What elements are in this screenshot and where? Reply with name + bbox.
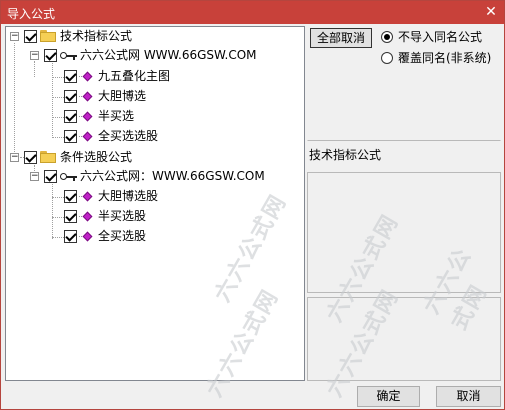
tree-item-label: 全买选选股: [98, 129, 159, 143]
item-checkbox[interactable]: [64, 110, 77, 123]
import-formula-dialog: 导入公式 ✕ − 技术指标公式 − 六六公式网 WWW.66GSW.COM 九五…: [0, 0, 505, 410]
formula-gem-icon: [79, 111, 93, 123]
tree-item-label: 全买选股: [98, 229, 147, 243]
tree-item[interactable]: 九五叠化主图: [6, 67, 296, 85]
formula-gem-icon: [79, 211, 93, 223]
ok-button[interactable]: 确定: [357, 386, 420, 407]
item-checkbox[interactable]: [64, 210, 77, 223]
tree-item-label: 大胆博选: [98, 89, 147, 103]
tree-item-label: 半买选股: [98, 209, 147, 223]
formula-gem-icon: [79, 191, 93, 203]
source-checkbox[interactable]: [44, 49, 57, 62]
collapse-icon[interactable]: −: [10, 32, 19, 41]
tree-source-node[interactable]: − 六六公式网 WWW.66GSW.COM: [6, 46, 296, 64]
cancel-button[interactable]: 取消: [436, 386, 501, 407]
close-icon[interactable]: ✕: [482, 3, 500, 21]
tree-item[interactable]: 全买选选股: [6, 127, 296, 145]
folder-icon: [40, 30, 56, 42]
collapse-icon[interactable]: −: [30, 51, 39, 60]
collapse-icon[interactable]: −: [30, 172, 39, 181]
tree-item[interactable]: 大胆博选: [6, 87, 296, 105]
item-checkbox[interactable]: [64, 230, 77, 243]
source-checkbox[interactable]: [44, 170, 57, 183]
tree-source-label: 六六公式网 WWW.66GSW.COM: [80, 48, 257, 62]
deselect-all-button[interactable]: 全部取消: [310, 28, 372, 48]
tree-source-node[interactable]: − 六六公式网：WWW.66GSW.COM: [6, 167, 296, 185]
folder-icon: [40, 151, 56, 163]
item-checkbox[interactable]: [64, 190, 77, 203]
formula-gem-icon: [79, 91, 93, 103]
options-area: [307, 69, 501, 141]
tree-item-label: 九五叠化主图: [98, 69, 171, 83]
radio-overwrite-label: 覆盖同名(非系统): [398, 51, 492, 65]
title-bar: 导入公式 ✕: [1, 1, 504, 24]
tree-item-label: 大胆博选股: [98, 189, 159, 203]
item-checkbox[interactable]: [64, 70, 77, 83]
formula-gem-icon: [79, 71, 93, 83]
key-icon: [60, 172, 78, 182]
tree-group-screening[interactable]: − 条件选股公式: [6, 148, 296, 166]
dialog-title: 导入公式: [7, 7, 56, 21]
group-checkbox[interactable]: [24, 30, 37, 43]
formula-gem-icon: [79, 231, 93, 243]
formula-gem-icon: [79, 131, 93, 143]
tree-item[interactable]: 半买选: [6, 107, 296, 125]
category-label: 技术指标公式: [309, 148, 382, 162]
tree-source-label: 六六公式网：WWW.66GSW.COM: [80, 169, 265, 183]
group-checkbox[interactable]: [24, 151, 37, 164]
tree-item-label: 半买选: [98, 109, 135, 123]
collapse-icon[interactable]: −: [10, 153, 19, 162]
radio-skip-duplicates-label: 不导入同名公式: [398, 30, 483, 44]
radio-overwrite[interactable]: [381, 52, 393, 64]
radio-skip-duplicates[interactable]: [381, 31, 393, 43]
tree-item[interactable]: 大胆博选股: [6, 187, 296, 205]
tree-group-label: 条件选股公式: [60, 150, 133, 164]
key-icon: [60, 51, 78, 61]
item-checkbox[interactable]: [64, 90, 77, 103]
tree-group-label: 技术指标公式: [60, 29, 133, 43]
item-checkbox[interactable]: [64, 130, 77, 143]
tree-group-technical[interactable]: − 技术指标公式: [6, 27, 296, 45]
